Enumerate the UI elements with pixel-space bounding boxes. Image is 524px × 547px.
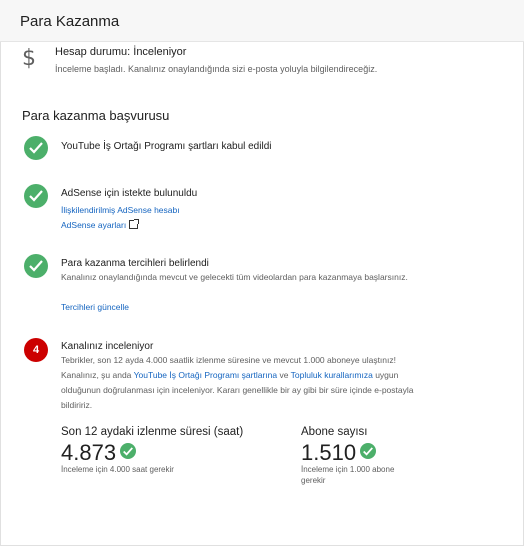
step-4-text-part2: ve [277, 370, 291, 380]
page-title: Para Kazanma [20, 13, 120, 30]
step-3-title: Para kazanma tercihleri belirlendi [61, 258, 209, 269]
adsense-settings-link[interactable]: AdSense ayarları [61, 219, 140, 230]
watch-time-label: Son 12 aydaki izlenme süresi (saat) [61, 426, 244, 438]
check-icon [24, 136, 48, 160]
external-link-icon [129, 219, 140, 229]
linked-adsense-account-link[interactable]: İlişkilendirilmiş AdSense hesabı [61, 205, 180, 215]
update-preferences-link[interactable]: Tercihleri güncelle [61, 302, 129, 312]
account-status-description: İnceleme başladı. Kanalınız onaylandığın… [55, 64, 378, 74]
step-1-title: YouTube İş Ortağı Programı şartları kabu… [61, 141, 272, 152]
check-icon [24, 254, 48, 278]
check-icon [24, 184, 48, 208]
check-icon [120, 443, 136, 459]
step-2-title: AdSense için istekte bulunuldu [61, 188, 198, 199]
header: Para Kazanma [0, 0, 524, 42]
application-title: Para kazanma başvurusu [22, 108, 170, 123]
subscribers-note: İnceleme için 1.000 abone gerekir [301, 465, 395, 485]
check-icon [360, 443, 376, 459]
subscribers-value: 1.510 [301, 440, 357, 465]
step-3-text: Kanalınız onaylandığında mevcut ve gelec… [61, 272, 408, 282]
step-number-badge: 4 [24, 338, 48, 362]
watch-time-value: 4.873 [61, 440, 117, 465]
step-4-title: Kanalınız inceleniyor [61, 341, 154, 352]
ypp-terms-link[interactable]: YouTube İş Ortağı Programı şartlarına [134, 370, 277, 380]
adsense-settings-label: AdSense ayarları [61, 220, 127, 230]
step-4-text: Tebrikler, son 12 ayda 4.000 saatlik izl… [61, 353, 416, 413]
dollar-icon: $ [22, 46, 36, 71]
watch-time-note: İnceleme için 4.000 saat gerekir [61, 465, 174, 474]
account-status-title: Hesap durumu: İnceleniyor [55, 46, 187, 58]
subscribers-label: Abone sayısı [301, 426, 368, 438]
community-guidelines-link[interactable]: Topluluk kurallarımıza [291, 370, 373, 380]
